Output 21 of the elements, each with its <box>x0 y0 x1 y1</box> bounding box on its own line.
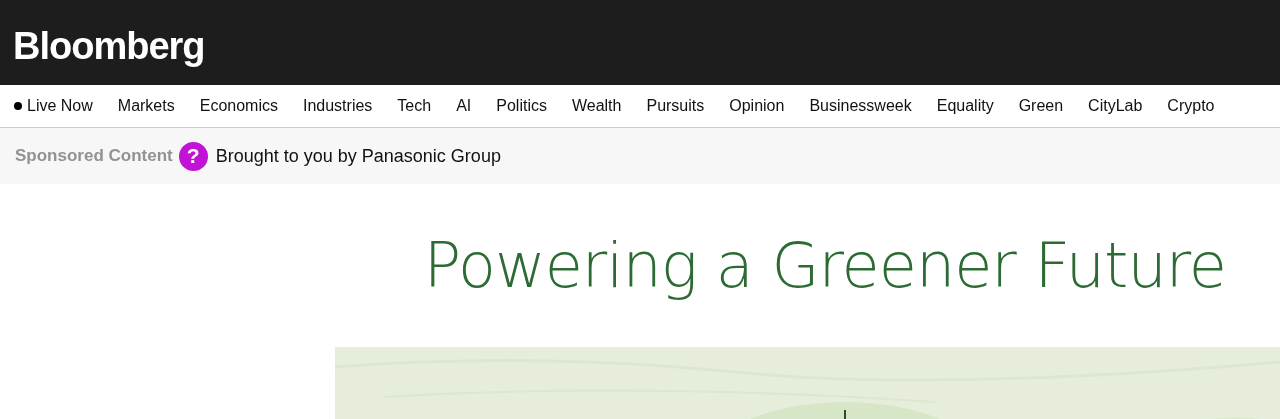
article-title: Powering a Greener Future <box>423 229 1226 302</box>
sponsored-label: Sponsored Content <box>15 146 173 166</box>
nav-link[interactable]: Equality <box>936 97 994 115</box>
nav-link[interactable]: Businessweek <box>809 97 912 115</box>
nav-link[interactable]: Industries <box>302 97 373 115</box>
sponsor-text: Brought to you by Panasonic Group <box>215 145 501 167</box>
nav-link[interactable]: Economics <box>199 97 278 115</box>
nav-link[interactable]: Markets <box>117 97 175 115</box>
nav-link[interactable]: Green <box>1018 97 1064 115</box>
nav-link[interactable]: Pursuits <box>646 97 705 115</box>
help-icon[interactable]: ? <box>178 141 208 171</box>
nav-link[interactable]: Wealth <box>571 97 622 115</box>
nav-link[interactable]: Opinion <box>729 97 785 115</box>
nav-link[interactable]: Tech <box>397 97 432 115</box>
nav-link[interactable]: Live Now <box>14 97 93 115</box>
nav-link[interactable]: CityLab <box>1088 97 1143 115</box>
nav-link[interactable]: Politics <box>496 97 547 115</box>
site-logo[interactable]: Bloomberg <box>13 17 205 68</box>
nav-link[interactable]: Crypto <box>1167 97 1215 115</box>
nav-link[interactable]: AI <box>456 97 472 115</box>
live-dot-icon <box>14 102 22 110</box>
